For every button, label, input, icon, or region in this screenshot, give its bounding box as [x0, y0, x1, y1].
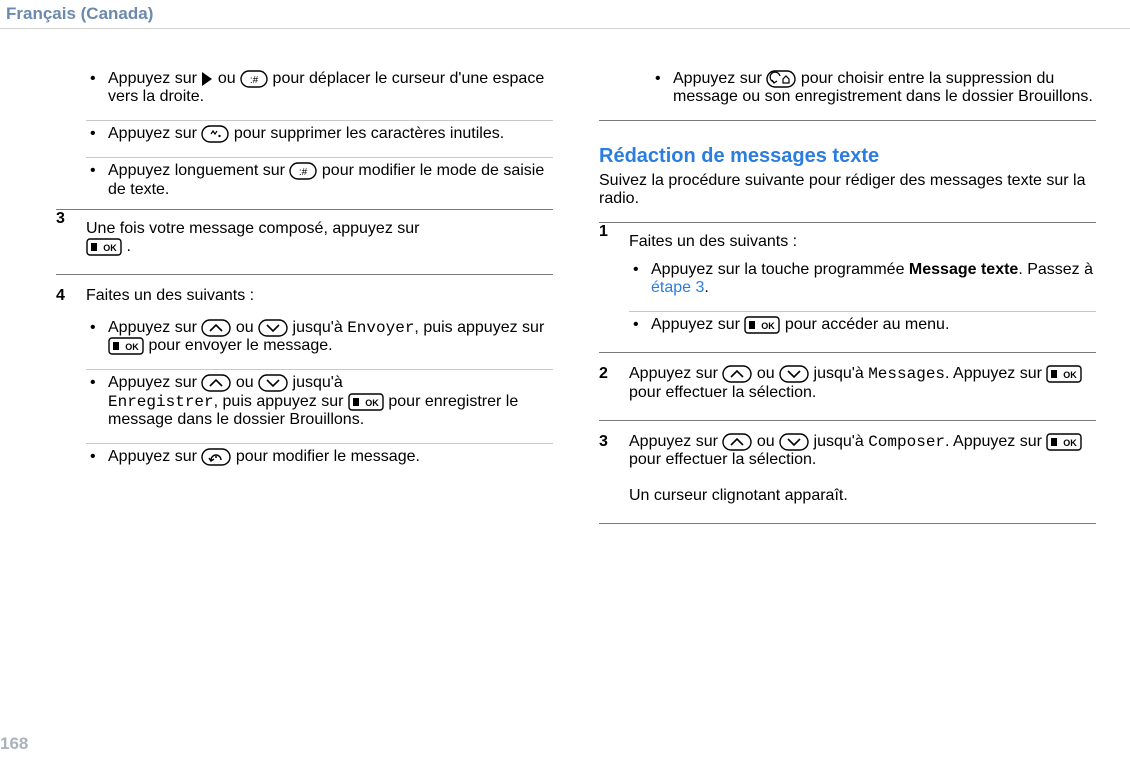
home-key-icon: [766, 70, 796, 88]
r1-head: Faites un des suivants :: [629, 233, 797, 250]
text: pour envoyer le message.: [148, 337, 332, 354]
text: Appuyez sur la touche programmée: [651, 261, 909, 278]
play-icon: [201, 71, 213, 87]
text: pour effectuer la sélection.: [629, 384, 816, 401]
step-3: Une fois votre message composé, appuyez …: [56, 209, 553, 275]
text: Une fois votre message composé, appuyez …: [86, 220, 420, 237]
text: jusqu'à: [814, 433, 869, 450]
text: ou: [236, 375, 258, 392]
link-etape3[interactable]: étape 3: [651, 279, 704, 296]
bold-message-texte: Message texte: [909, 261, 1018, 278]
ok-key-icon: [744, 316, 780, 334]
mono-messages: Messages: [868, 366, 945, 384]
r-step-3: Appuyez sur ou jusqu'à Composer. Appuyez…: [599, 421, 1096, 524]
bullet-choose-delete: Appuyez sur pour choisir entre la suppre…: [651, 70, 1096, 106]
text: ou: [236, 319, 258, 336]
section-intro: Suivez la procédure suivante pour rédige…: [599, 172, 1096, 208]
r1-programmed: Appuyez sur la touche programmée Message…: [629, 261, 1096, 312]
step4-enregistrer: Appuyez sur ou jusqu'à Enregistrer, puis…: [86, 370, 553, 443]
bullet-cursor: Appuyez sur ou pour déplacer le curseur …: [86, 70, 553, 121]
text: .: [704, 279, 708, 296]
back-key-icon: [201, 448, 231, 466]
step-4: Faites un des suivants : Appuyez sur ou …: [56, 275, 553, 484]
text: Appuyez sur: [108, 448, 201, 465]
text: . Appuyez sur: [945, 366, 1046, 383]
text: Appuyez sur: [108, 125, 201, 142]
text: Un curseur clignotant apparaît.: [629, 487, 848, 504]
text: pour accéder au menu.: [785, 316, 950, 333]
r1-menu: Appuyez sur pour accéder au menu.: [629, 312, 1096, 334]
page: Français (Canada) Appuyez sur ou pour dé…: [0, 0, 1130, 762]
left-column: Appuyez sur ou pour déplacer le curseur …: [56, 70, 559, 524]
hash-key-icon: [240, 70, 268, 88]
text: Appuyez sur: [108, 319, 201, 336]
ok-key-icon: [1046, 433, 1082, 451]
down-key-icon: [779, 365, 809, 383]
text: , puis appuyez sur: [214, 393, 348, 410]
text: , puis appuyez sur: [414, 319, 544, 336]
hash-key-icon: [289, 162, 317, 180]
down-key-icon: [779, 433, 809, 451]
text: jusqu'à: [293, 375, 343, 392]
text: Appuyez sur: [629, 433, 722, 450]
up-key-icon: [722, 433, 752, 451]
text: Appuyez sur: [108, 375, 201, 392]
ok-key-icon: [1046, 365, 1082, 383]
ok-key-icon: [86, 238, 122, 256]
right-column: Appuyez sur pour choisir entre la suppre…: [599, 70, 1102, 524]
page-number: 168: [0, 734, 28, 754]
text: . Passez à: [1018, 261, 1093, 278]
right-top-sublist: Appuyez sur pour choisir entre la suppre…: [599, 70, 1096, 121]
down-key-icon: [258, 374, 288, 392]
text: pour modifier le message.: [236, 448, 420, 465]
up-key-icon: [201, 374, 231, 392]
text: ou: [757, 433, 779, 450]
bullet-delete: Appuyez sur pour supprimer les caractère…: [86, 121, 553, 158]
language-header: Français (Canada): [6, 4, 153, 24]
left-sub-list-a: Appuyez sur ou pour déplacer le curseur …: [56, 70, 553, 199]
r1-sublist: Appuyez sur la touche programmée Message…: [629, 261, 1096, 334]
mono-enregistrer: Enregistrer: [108, 393, 214, 411]
right-steps: Faites un des suivants : Appuyez sur la …: [599, 222, 1096, 524]
text: Appuyez sur: [629, 366, 722, 383]
columns: Appuyez sur ou pour déplacer le curseur …: [56, 0, 1102, 524]
left-steps: Une fois votre message composé, appuyez …: [56, 209, 553, 484]
text: Appuyez sur: [673, 70, 766, 87]
r-step-2: Appuyez sur ou jusqu'à Messages. Appuyez…: [599, 353, 1096, 420]
step4-head: Faites un des suivants :: [86, 287, 254, 304]
text: Appuyez sur: [108, 70, 201, 87]
text: ou: [218, 70, 240, 87]
text: Appuyez sur: [651, 316, 744, 333]
text: Appuyez longuement sur: [108, 163, 289, 180]
header-rule: [0, 28, 1130, 29]
text: . Appuyez sur: [945, 433, 1046, 450]
step4-sublist: Appuyez sur ou jusqu'à Envoyer, puis app…: [86, 319, 553, 466]
ok-key-icon: [348, 393, 384, 411]
mono-composer: Composer: [868, 433, 945, 451]
text: pour supprimer les caractères inutiles.: [234, 125, 504, 142]
down-key-icon: [258, 319, 288, 337]
ok-key-icon: [108, 337, 144, 355]
text: ou: [757, 366, 779, 383]
text: pour effectuer la sélection.: [629, 451, 816, 468]
bullet-mode: Appuyez longuement sur pour modifier le …: [86, 158, 553, 198]
text: .: [126, 238, 130, 255]
text: jusqu'à: [293, 319, 348, 336]
step4-envoyer: Appuyez sur ou jusqu'à Envoyer, puis app…: [86, 319, 553, 370]
mono-envoyer: Envoyer: [347, 319, 414, 337]
section-heading: Rédaction de messages texte: [599, 145, 1096, 168]
up-key-icon: [201, 319, 231, 337]
text: jusqu'à: [814, 366, 869, 383]
up-key-icon: [722, 365, 752, 383]
star-key-icon: [201, 125, 229, 143]
step4-modifier: Appuyez sur pour modifier le message.: [86, 444, 553, 466]
r-step-1: Faites un des suivants : Appuyez sur la …: [599, 222, 1096, 353]
